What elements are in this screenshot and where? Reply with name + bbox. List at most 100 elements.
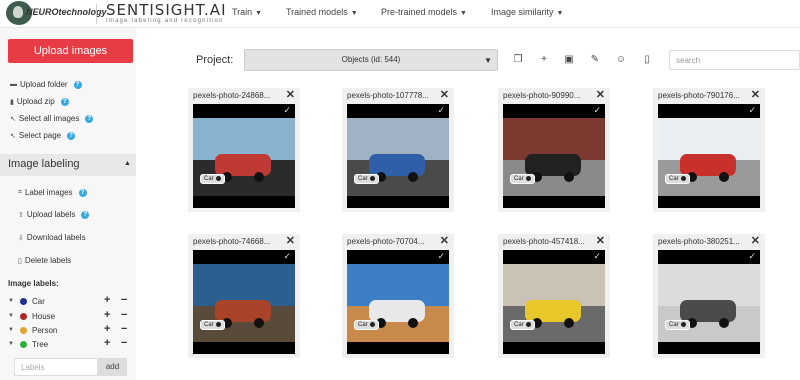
select-all-images-item[interactable]: ↖ Select all images ? — [10, 114, 94, 123]
labels-input[interactable] — [14, 358, 98, 376]
remove-tag-icon[interactable] — [680, 175, 686, 181]
image-thumbnail[interactable]: ✓ Car — [193, 104, 295, 208]
label-row-car[interactable]: ▼ Car + − — [8, 294, 133, 308]
copy-icon[interactable]: ❐ — [511, 53, 525, 67]
search-input[interactable] — [669, 50, 800, 70]
menu-train[interactable]: Train ▼ — [232, 7, 262, 17]
select-page-item[interactable]: ↖ Select page ? — [10, 131, 76, 140]
remove-tag-icon[interactable] — [680, 321, 686, 327]
minus-icon[interactable]: − — [121, 323, 127, 335]
label-color-dot[interactable] — [20, 341, 27, 348]
label-tag[interactable]: Car — [354, 174, 379, 184]
expand-triangle-icon[interactable]: ▼ — [8, 313, 14, 319]
remove-tag-icon[interactable] — [525, 175, 531, 181]
image-card[interactable]: pexels-photo-380251... ✕ ✓ Car — [653, 234, 765, 358]
check-icon[interactable]: ✓ — [437, 105, 445, 116]
help-icon[interactable]: ? — [73, 80, 82, 89]
upload-zip-item[interactable]: ▮ Upload zip ? — [10, 97, 69, 106]
image-thumbnail[interactable]: ✓ Car — [658, 104, 760, 208]
image-thumbnail[interactable]: ✓ Car — [347, 250, 449, 354]
image-labeling-section-header[interactable]: Image labeling ▲ — [0, 154, 136, 176]
app-title[interactable]: SENTISIGHT.AI — [106, 1, 227, 19]
minus-icon[interactable]: − — [121, 337, 127, 349]
label-color-dot[interactable] — [20, 327, 27, 334]
plus-icon[interactable]: + — [104, 337, 110, 349]
remove-tag-icon[interactable] — [215, 175, 221, 181]
menu-pretrained-models[interactable]: Pre-trained models ▼ — [381, 7, 467, 17]
remove-tag-icon[interactable] — [369, 175, 375, 181]
label-tag[interactable]: Car — [510, 320, 535, 330]
image-thumbnail[interactable]: ✓ Car — [658, 250, 760, 354]
close-icon[interactable]: ✕ — [440, 88, 449, 101]
expand-triangle-icon[interactable]: ▼ — [8, 327, 14, 333]
delete-labels-item[interactable]: ▯ Delete labels — [18, 256, 71, 265]
add-label-button[interactable]: add — [98, 358, 127, 376]
close-icon[interactable]: ✕ — [596, 234, 605, 247]
image-card[interactable]: pexels-photo-457418... ✕ ✓ Car — [498, 234, 610, 358]
image-card[interactable]: pexels-photo-790176... ✕ ✓ Car — [653, 88, 765, 212]
close-icon[interactable]: ✕ — [596, 88, 605, 101]
image-card[interactable]: pexels-photo-90990... ✕ ✓ Car — [498, 88, 610, 212]
close-icon[interactable]: ✕ — [286, 234, 295, 247]
image-thumbnail[interactable]: ✓ Car — [347, 104, 449, 208]
label-tag[interactable]: Car — [510, 174, 535, 184]
label-row-person[interactable]: ▼ Person + − — [8, 323, 133, 337]
image-card[interactable]: pexels-photo-70704... ✕ ✓ Car — [342, 234, 454, 358]
remove-tag-icon[interactable] — [369, 321, 375, 327]
neurotechnology-logo[interactable]: NEUROtechnology — [6, 1, 107, 25]
menu-image-similarity[interactable]: Image similarity ▼ — [491, 7, 563, 17]
duplicate-icon[interactable]: ▣ — [562, 53, 576, 67]
label-color-dot[interactable] — [20, 298, 27, 305]
check-icon[interactable]: ✓ — [593, 105, 601, 116]
label-row-house[interactable]: ▼ House + − — [8, 309, 133, 323]
upload-images-button[interactable]: Upload images — [8, 39, 133, 63]
label-tag[interactable]: Car — [200, 320, 225, 330]
check-icon[interactable]: ✓ — [283, 105, 291, 116]
image-thumbnail[interactable]: ✓ Car — [193, 250, 295, 354]
minus-icon[interactable]: − — [121, 294, 127, 306]
check-icon[interactable]: ✓ — [283, 251, 291, 262]
plus-icon[interactable]: + — [104, 309, 110, 321]
help-icon[interactable]: ? — [67, 131, 76, 140]
help-icon[interactable]: ? — [60, 97, 69, 106]
trash-icon[interactable]: ▯ — [640, 53, 654, 67]
plus-icon[interactable]: + — [537, 53, 551, 67]
plus-icon[interactable]: + — [104, 294, 110, 306]
help-icon[interactable]: ? — [85, 114, 94, 123]
check-icon[interactable]: ✓ — [593, 251, 601, 262]
plus-icon[interactable]: + — [104, 323, 110, 335]
image-card[interactable]: pexels-photo-24868... ✕ ✓ Car — [188, 88, 300, 212]
label-tag[interactable]: Car — [200, 174, 225, 184]
upload-folder-item[interactable]: ▬ Upload folder ? — [10, 80, 82, 89]
help-icon[interactable]: ? — [81, 210, 90, 219]
image-thumbnail[interactable]: ✓ Car — [503, 250, 605, 354]
label-tag[interactable]: Car — [665, 174, 690, 184]
help-icon[interactable]: ? — [78, 188, 87, 197]
project-select[interactable]: Objects (id: 544) ▼ — [244, 49, 498, 71]
menu-trained-models[interactable]: Trained models ▼ — [286, 7, 358, 17]
image-card[interactable]: pexels-photo-74668... ✕ ✓ Car — [188, 234, 300, 358]
close-icon[interactable]: ✕ — [751, 234, 760, 247]
remove-tag-icon[interactable] — [525, 321, 531, 327]
check-icon[interactable]: ✓ — [437, 251, 445, 262]
label-row-tree[interactable]: ▼ Tree + − — [8, 337, 133, 351]
image-card[interactable]: pexels-photo-107778... ✕ ✓ Car — [342, 88, 454, 212]
image-thumbnail[interactable]: ✓ Car — [503, 104, 605, 208]
label-tag[interactable]: Car — [354, 320, 379, 330]
upload-labels-item[interactable]: ⇧ Upload labels ? — [18, 210, 90, 219]
minus-icon[interactable]: − — [121, 309, 127, 321]
edit-icon[interactable]: ✎ — [588, 53, 602, 67]
remove-tag-icon[interactable] — [215, 321, 221, 327]
close-icon[interactable]: ✕ — [751, 88, 760, 101]
download-labels-item[interactable]: ⇩ Download labels — [18, 233, 86, 242]
label-images-item[interactable]: ⌗ Label images ? — [18, 188, 87, 197]
expand-triangle-icon[interactable]: ▼ — [8, 298, 14, 304]
close-icon[interactable]: ✕ — [286, 88, 295, 101]
check-icon[interactable]: ✓ — [748, 105, 756, 116]
check-icon[interactable]: ✓ — [748, 251, 756, 262]
label-color-dot[interactable] — [20, 313, 27, 320]
share-user-icon[interactable]: ☺ — [614, 53, 628, 67]
close-icon[interactable]: ✕ — [440, 234, 449, 247]
expand-triangle-icon[interactable]: ▼ — [8, 341, 14, 347]
label-tag[interactable]: Car — [665, 320, 690, 330]
